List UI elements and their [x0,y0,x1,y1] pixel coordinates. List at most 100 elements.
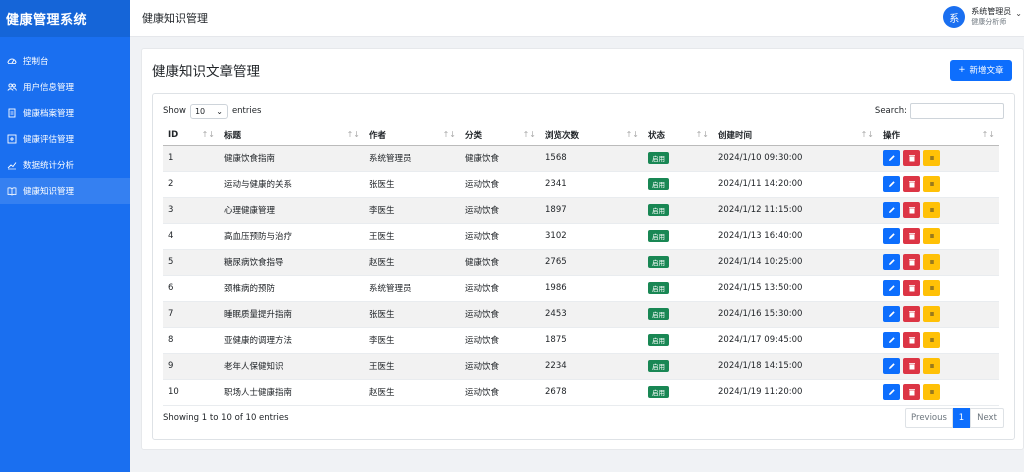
pencil-icon [888,232,896,240]
search-label: Search: [874,106,907,116]
edit-button[interactable] [883,254,900,270]
column-header-id[interactable]: ID ↑↓ [163,125,219,146]
cell-id: 3 [163,197,219,224]
datatable-wrapper: Show 10 ⌄ entries Search: ID ↑↓ 标题 ↑↓ 作者… [152,93,1015,440]
edit-button[interactable] [883,280,900,296]
pencil-icon [888,388,896,396]
sidebar-item-label: 健康档案管理 [23,109,75,119]
column-header-author[interactable]: 作者 ↑↓ [364,125,460,146]
pause-icon [928,180,936,188]
cell-author: 李医生 [364,327,460,354]
delete-button[interactable] [903,176,920,192]
previous-button[interactable]: Previous [905,408,953,428]
cell-title: 健康饮食指南 [219,145,364,172]
edit-button[interactable] [883,228,900,244]
cell-id: 1 [163,145,219,172]
status-badge: 启用 [648,360,669,372]
sidebar-item-records[interactable]: 健康档案管理 [0,100,130,126]
cell-id: 9 [163,353,219,380]
book-icon [7,186,17,196]
cell-author: 李医生 [364,197,460,224]
cell-category: 运动饮食 [460,301,540,328]
sidebar-item-users[interactable]: 用户信息管理 [0,74,130,100]
sidebar-item-knowledge[interactable]: 健康知识管理 [0,178,130,204]
status-badge: 启用 [648,308,669,320]
cell-views: 1897 [540,197,643,224]
disable-button[interactable] [923,150,940,166]
cell-category: 运动饮食 [460,223,540,250]
delete-button[interactable] [903,202,920,218]
sidebar-item-assessment[interactable]: 健康评估管理 [0,126,130,152]
pause-icon [928,362,936,370]
search-input[interactable] [910,103,1004,119]
users-icon [7,82,17,92]
trash-icon [908,206,916,214]
disable-button[interactable] [923,228,940,244]
column-header-actions[interactable]: 操作 ↑↓ [878,125,999,146]
add-article-button[interactable]: + 新增文章 [950,59,1012,81]
edit-button[interactable] [883,306,900,322]
page-title: 健康知识管理 [142,12,208,25]
column-header-views[interactable]: 浏览次数 ↑↓ [540,125,643,146]
cell-title: 职场人士健康指南 [219,379,364,406]
cell-title: 亚健康的调理方法 [219,327,364,354]
articles-card: 健康知识文章管理 + 新增文章 Show 10 ⌄ entries Search… [141,48,1024,450]
page-1-button[interactable]: 1 [953,408,970,428]
user-menu[interactable]: 系 系统管理员 健康分析师 ⌄ [943,6,1022,28]
plus-icon: + [958,65,966,75]
edit-button[interactable] [883,176,900,192]
file-icon [7,108,17,118]
edit-button[interactable] [883,202,900,218]
edit-button[interactable] [883,358,900,374]
cell-created: 2024/1/13 16:40:00 [713,223,878,250]
pause-icon [928,232,936,240]
cell-views: 2765 [540,249,643,276]
delete-button[interactable] [903,254,920,270]
column-header-category[interactable]: 分类 ↑↓ [460,125,540,146]
next-button[interactable]: Next [970,408,1004,428]
cell-title: 老年人保健知识 [219,353,364,380]
articles-table: ID ↑↓ 标题 ↑↓ 作者 ↑↓ 分类 ↑↓ 浏览次数 ↑↓ 状态 ↑↓ 创建时间 ↑↓ 操… [163,125,999,406]
column-header-status[interactable]: 状态 ↑↓ [643,125,713,146]
disable-button[interactable] [923,176,940,192]
disable-button[interactable] [923,332,940,348]
sidebar-item-dashboard[interactable]: 控制台 [0,48,130,74]
cell-author: 赵医生 [364,249,460,276]
edit-button[interactable] [883,332,900,348]
trash-icon [908,362,916,370]
delete-button[interactable] [903,384,920,400]
cell-author: 系统管理员 [364,275,460,302]
disable-button[interactable] [923,254,940,270]
delete-button[interactable] [903,306,920,322]
cell-views: 3102 [540,223,643,250]
disable-button[interactable] [923,280,940,296]
table-row: 6 颈椎病的预防 系统管理员 运动饮食 1986 启用 2024/1/15 13:50:00 [163,275,999,302]
cell-views: 2678 [540,379,643,406]
entries-select[interactable]: 10 ⌄ [189,103,228,119]
edit-button[interactable] [883,150,900,166]
delete-button[interactable] [903,228,920,244]
delete-button[interactable] [903,150,920,166]
disable-button[interactable] [923,306,940,322]
chevron-down-icon[interactable]: ⌄ [1015,9,1022,18]
delete-button[interactable] [903,280,920,296]
pencil-icon [888,284,896,292]
cell-id: 4 [163,223,219,250]
sort-icon: ↑↓ [860,130,874,139]
pause-icon [928,336,936,344]
cell-created: 2024/1/15 13:50:00 [713,275,878,302]
edit-button[interactable] [883,384,900,400]
column-header-created[interactable]: 创建时间 ↑↓ [713,125,878,146]
delete-button[interactable] [903,358,920,374]
cell-title: 睡眠质量提升指南 [219,301,364,328]
sidebar-item-statistics[interactable]: 数据统计分析 [0,152,130,178]
cell-created: 2024/1/12 11:15:00 [713,197,878,224]
column-header-title[interactable]: 标题 ↑↓ [219,125,364,146]
sort-icon: ↑↓ [695,130,709,139]
sidebar-item-label: 健康评估管理 [23,135,75,145]
disable-button[interactable] [923,202,940,218]
delete-button[interactable] [903,332,920,348]
disable-button[interactable] [923,384,940,400]
table-row: 3 心理健康管理 李医生 运动饮食 1897 启用 2024/1/12 11:15:00 [163,197,999,224]
disable-button[interactable] [923,358,940,374]
